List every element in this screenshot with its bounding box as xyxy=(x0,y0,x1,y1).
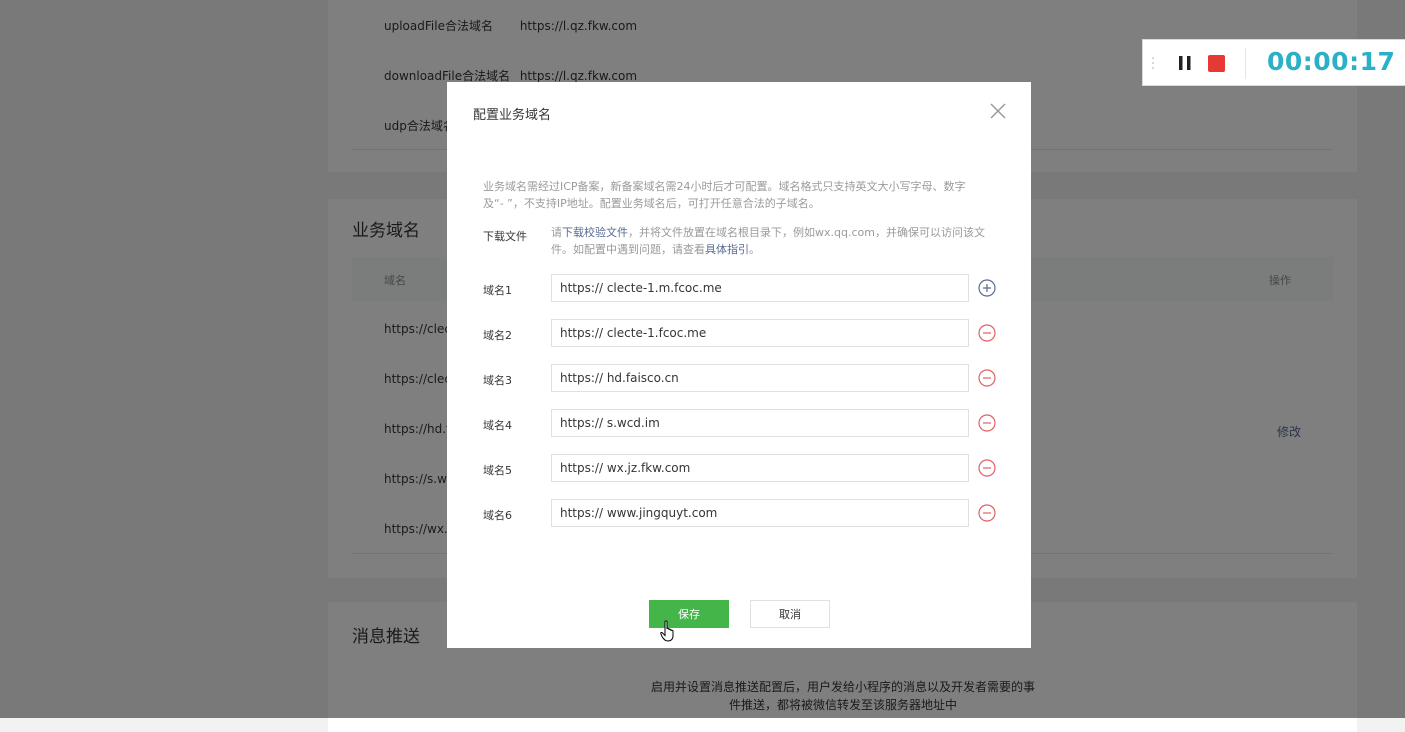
dialog-title: 配置业务域名 xyxy=(473,108,552,123)
domain-input-2[interactable] xyxy=(551,319,969,347)
domain-label: 域名5 xyxy=(483,464,512,477)
stop-icon[interactable] xyxy=(1208,55,1225,72)
minus-circle-icon[interactable] xyxy=(977,458,997,478)
divider xyxy=(1245,48,1246,79)
domain-input-5[interactable] xyxy=(551,454,969,482)
download-desc-text: 请 xyxy=(551,226,562,239)
download-verify-file-link[interactable]: 下载校验文件 xyxy=(562,226,628,239)
download-desc-text: 。 xyxy=(749,243,760,256)
domain-input-4[interactable] xyxy=(551,409,969,437)
guide-link[interactable]: 具体指引 xyxy=(705,243,749,256)
hand-cursor-icon xyxy=(660,620,676,642)
domain-input-3[interactable] xyxy=(551,364,969,392)
minus-circle-icon[interactable] xyxy=(977,323,997,343)
domain-label: 域名3 xyxy=(483,374,512,387)
domain-label: 域名4 xyxy=(483,419,512,432)
config-business-domain-dialog: 配置业务域名 业务域名需经过ICP备案，新备案域名需24小时后才可配置。域名格式… xyxy=(447,82,1031,648)
minus-circle-icon[interactable] xyxy=(977,503,997,523)
download-file-label: 下载文件 xyxy=(483,230,527,243)
domain-label: 域名2 xyxy=(483,329,512,342)
minus-circle-icon[interactable] xyxy=(977,368,997,388)
plus-circle-icon[interactable] xyxy=(977,278,997,298)
domain-label: 域名6 xyxy=(483,509,512,522)
minus-circle-icon[interactable] xyxy=(977,413,997,433)
domain-input-1[interactable] xyxy=(551,274,969,302)
download-file-description: 请下载校验文件，并将文件放置在域名根目录下，例如wx.qq.com，并确保可以访… xyxy=(551,224,1001,258)
pause-icon[interactable] xyxy=(1175,53,1195,73)
cancel-button[interactable]: 取消 xyxy=(750,600,830,628)
drag-handle-icon[interactable] xyxy=(1151,56,1155,70)
recording-timer: 00:00:17 xyxy=(1267,47,1396,76)
close-icon[interactable] xyxy=(989,102,1007,120)
dialog-tips: 业务域名需经过ICP备案，新备案域名需24小时后才可配置。域名格式只支持英文大小… xyxy=(483,180,966,210)
screen-recorder-widget: 00:00:17 xyxy=(1142,39,1405,86)
domain-label: 域名1 xyxy=(483,284,512,297)
domain-input-6[interactable] xyxy=(551,499,969,527)
